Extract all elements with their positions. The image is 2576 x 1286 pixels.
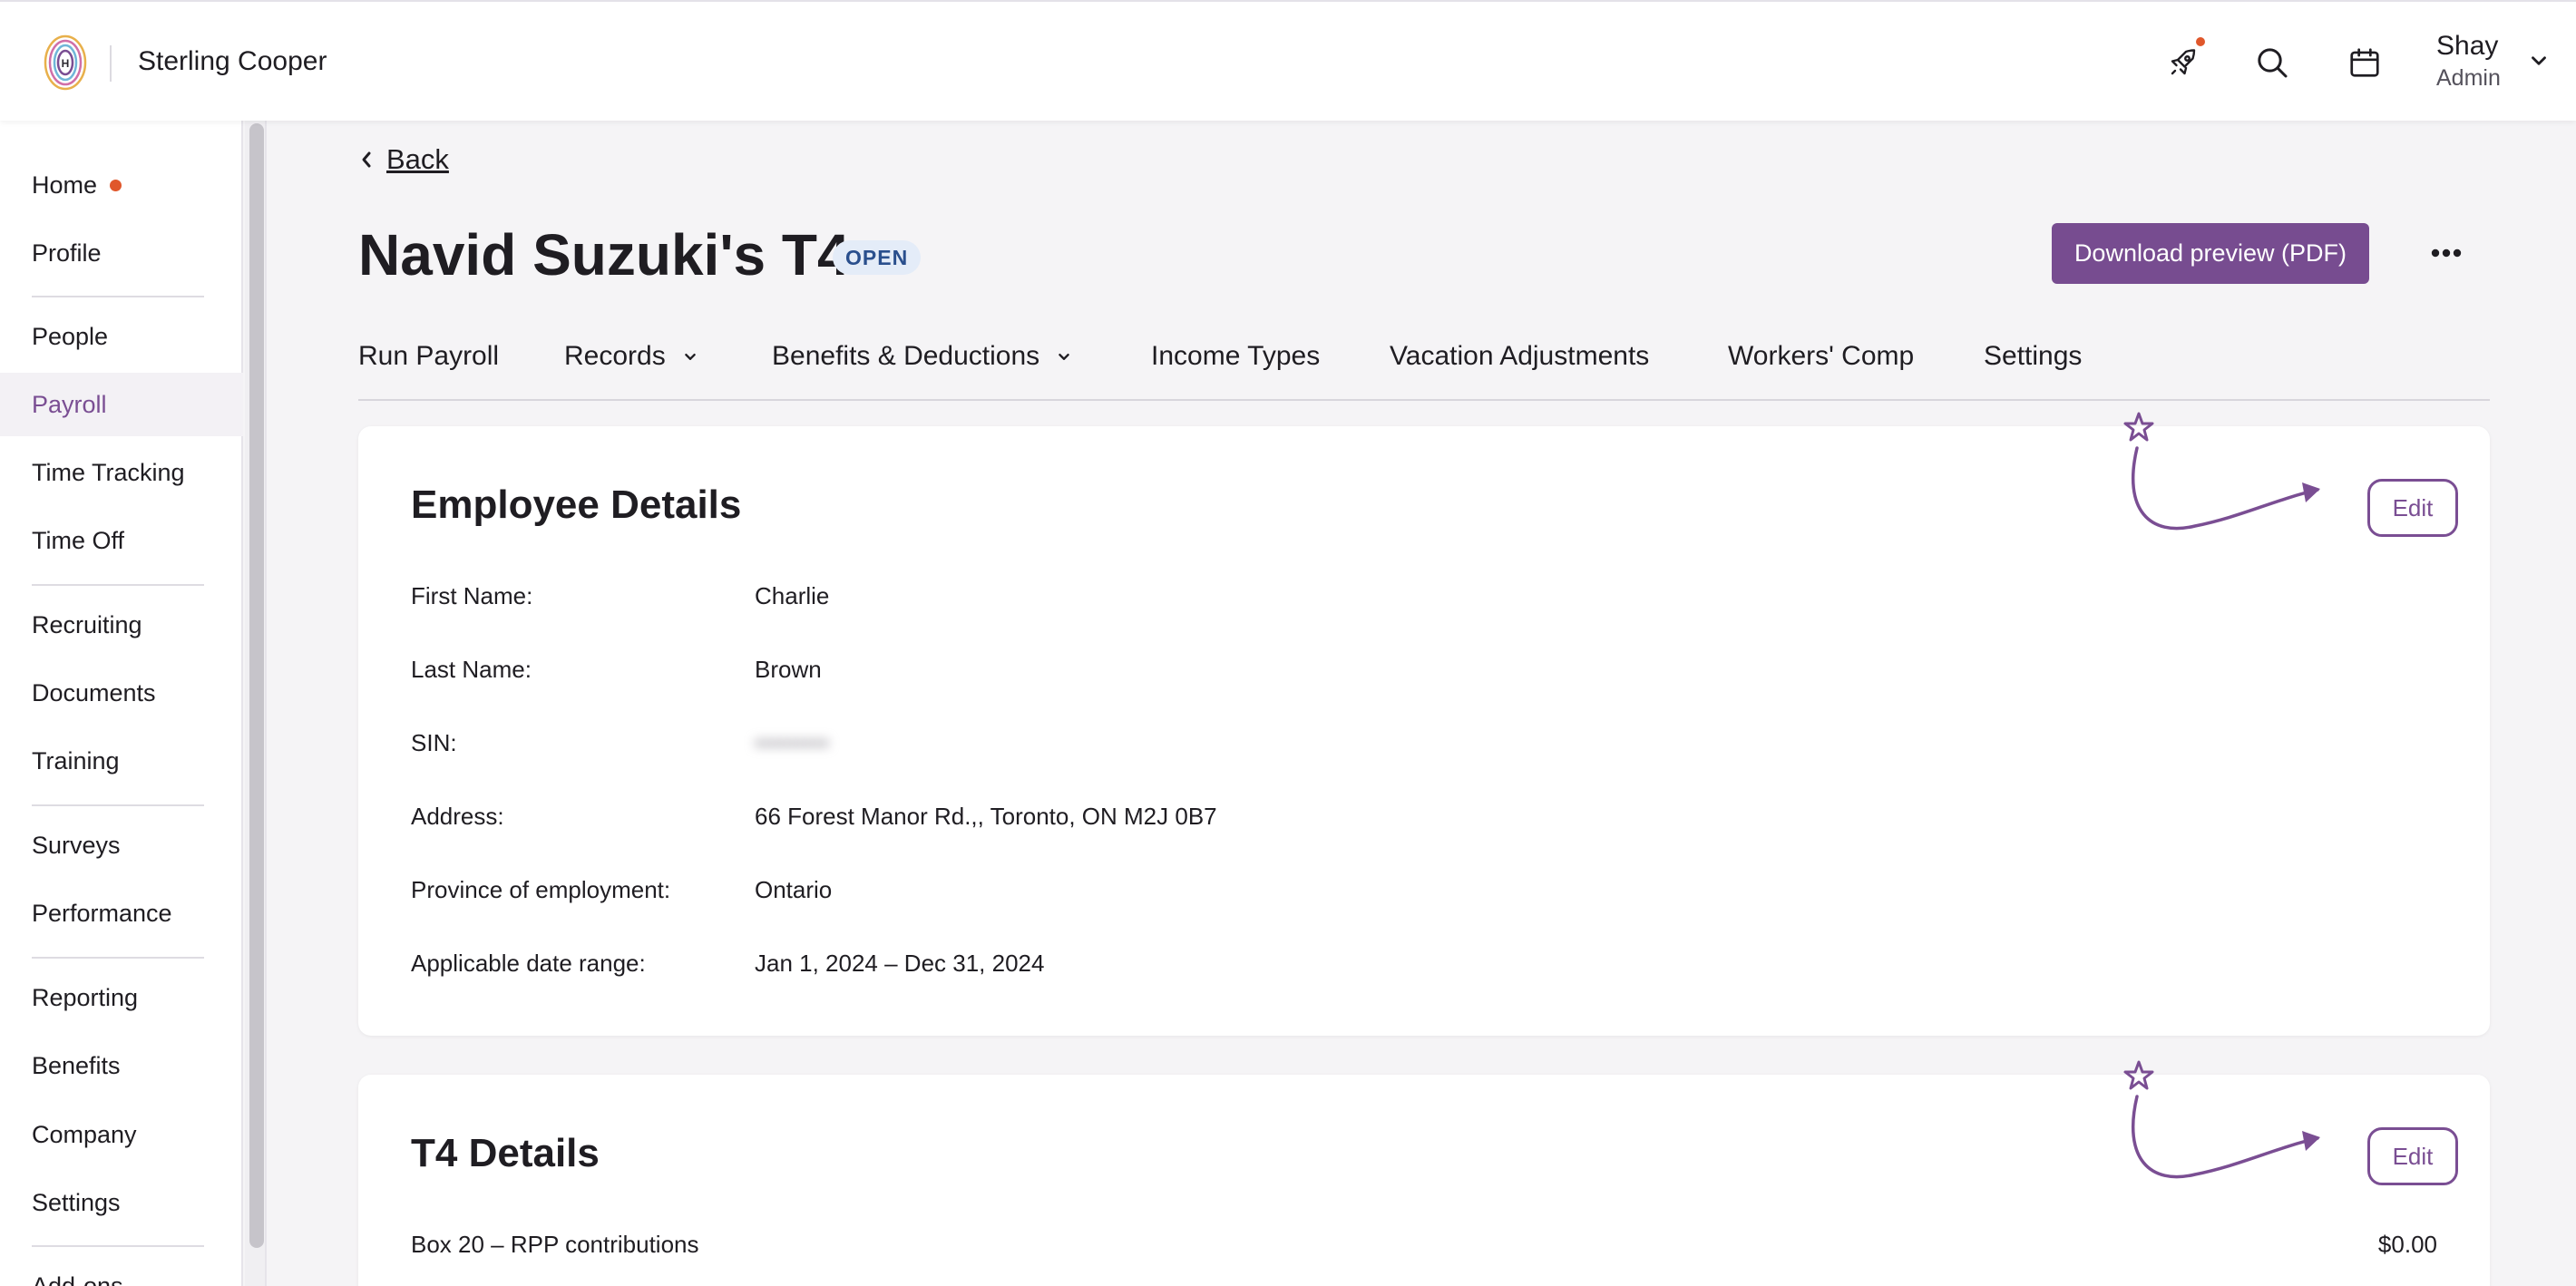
edit-t4-details-button[interactable]: Edit xyxy=(2367,1127,2458,1185)
sidebar-divider xyxy=(32,1245,204,1247)
sidebar-item-payroll[interactable]: Payroll xyxy=(0,373,243,436)
sidebar-item-recruiting[interactable]: Recruiting xyxy=(0,593,243,657)
sidebar-item-time-off[interactable]: Time Off xyxy=(0,509,243,572)
company-name: Sterling Cooper xyxy=(138,46,327,76)
annotation-arrow-icon xyxy=(2123,1060,2320,1179)
tab-records[interactable]: Records xyxy=(564,341,700,372)
tab-label: Records xyxy=(564,341,666,371)
field-value: $0.00 xyxy=(2377,1231,2437,1258)
tab-label: Vacation Adjustments xyxy=(1390,341,1650,371)
sidebar-item-profile[interactable]: Profile xyxy=(0,221,243,285)
sin-value: ••••••••• xyxy=(755,729,829,756)
page-title: Navid Suzuki's T4 xyxy=(358,222,850,287)
back-label: Back xyxy=(386,143,449,175)
tab-label: Settings xyxy=(1984,341,2083,371)
t4-details-card: T4 Details Edit Box 20 – RPP contributio… xyxy=(358,1060,2490,1286)
calendar-icon[interactable] xyxy=(2340,38,2389,87)
search-icon[interactable] xyxy=(2248,38,2297,87)
sidebar-item-settings[interactable]: Settings xyxy=(0,1171,243,1234)
back-link[interactable]: Back xyxy=(359,143,449,176)
sidebar-item-label: Profile xyxy=(32,239,102,267)
field-label: Address: xyxy=(411,803,504,830)
payroll-tabs: Run Payroll Records Benefits & Deduction… xyxy=(358,330,2490,401)
notification-dot xyxy=(110,179,122,191)
field-value: Ontario xyxy=(755,876,833,903)
tab-label: Income Types xyxy=(1151,341,1321,371)
card-title: Employee Details xyxy=(411,482,742,527)
field-value: Brown xyxy=(755,656,822,683)
tab-label: Workers' Comp xyxy=(1728,341,1915,371)
sidebar-item-label: Time Off xyxy=(32,526,125,554)
sidebar-item-label: Company xyxy=(32,1120,137,1148)
sidebar-item-label: Recruiting xyxy=(32,610,142,638)
field-label: Applicable date range: xyxy=(411,950,646,977)
tab-benefits-deductions[interactable]: Benefits & Deductions xyxy=(772,341,1074,372)
sidebar-divider xyxy=(32,957,204,959)
sidebar-item-label: Documents xyxy=(32,678,156,706)
sidebar-divider xyxy=(32,804,204,806)
tab-workers-comp[interactable]: Workers' Comp xyxy=(1728,341,1914,372)
notification-dot xyxy=(2196,37,2205,46)
sidebar-item-label: Performance xyxy=(32,899,172,927)
field-label: Province of employment: xyxy=(411,876,671,903)
sidebar-item-reporting[interactable]: Reporting xyxy=(0,966,243,1029)
field-value: Charlie xyxy=(755,582,830,609)
card-title: T4 Details xyxy=(411,1131,600,1175)
sidebar-divider xyxy=(32,296,204,297)
tab-income-types[interactable]: Income Types xyxy=(1151,341,1320,372)
field-value: 66 Forest Manor Rd.,, Toronto, ON M2J 0B… xyxy=(755,803,1217,830)
field-label: Last Name: xyxy=(411,656,532,683)
employee-details-card: Employee Details Edit First Name: Charli… xyxy=(358,412,2490,1036)
tab-label: Run Payroll xyxy=(358,341,500,371)
svg-text:H: H xyxy=(62,57,70,70)
chevron-down-icon[interactable] xyxy=(2527,49,2551,73)
tab-settings[interactable]: Settings xyxy=(1984,341,2082,372)
sidebar-item-label: Time Tracking xyxy=(32,458,185,486)
sidebar-item-add-ons[interactable]: Add-ons xyxy=(0,1254,243,1286)
chevron-down-icon xyxy=(1059,353,1069,360)
user-role: Admin xyxy=(2436,65,2501,91)
field-value: Jan 1, 2024 – Dec 31, 2024 xyxy=(755,950,1045,977)
sidebar-item-people[interactable]: People xyxy=(0,305,243,368)
sidebar-item-training[interactable]: Training xyxy=(0,729,243,793)
sidebar-item-home[interactable]: Home xyxy=(0,153,243,217)
sidebar-item-documents[interactable]: Documents xyxy=(0,661,243,725)
sidebar-scrollbar-thumb[interactable] xyxy=(249,123,264,1248)
tab-run-payroll[interactable]: Run Payroll xyxy=(358,341,499,372)
sidebar-item-label: Reporting xyxy=(32,983,139,1011)
chevron-left-icon xyxy=(362,151,371,168)
sidebar-item-label: People xyxy=(32,322,109,350)
top-header: H Sterling Cooper Shay Admin xyxy=(0,0,2576,121)
annotation-arrow-icon xyxy=(2123,412,2320,531)
sidebar-item-label: Add-ons xyxy=(32,1271,123,1286)
field-label: Box 20 – RPP contributions xyxy=(411,1231,699,1258)
tab-vacation-adjustments[interactable]: Vacation Adjustments xyxy=(1390,341,1649,372)
logo-icon[interactable]: H xyxy=(44,34,87,91)
sidebar-item-label: Surveys xyxy=(32,831,121,859)
sidebar-item-time-tracking[interactable]: Time Tracking xyxy=(0,441,243,504)
user-name[interactable]: Shay xyxy=(2436,31,2498,62)
field-label: SIN: xyxy=(411,729,457,756)
edit-employee-details-button[interactable]: Edit xyxy=(2367,479,2458,537)
status-badge: OPEN xyxy=(833,240,922,275)
more-options-icon[interactable] xyxy=(2424,230,2469,276)
sidebar-divider xyxy=(32,584,204,586)
sidebar: Home Profile People Payroll Time Trackin… xyxy=(0,121,243,1286)
sidebar-item-label: Benefits xyxy=(32,1051,121,1079)
sidebar-item-company[interactable]: Company xyxy=(0,1103,243,1166)
tab-label: Benefits & Deductions xyxy=(772,341,1040,371)
download-preview-button[interactable]: Download preview (PDF) xyxy=(2052,223,2369,284)
field-label: First Name: xyxy=(411,582,533,609)
sidebar-item-label: Home xyxy=(32,170,98,199)
sidebar-item-label: Training xyxy=(32,746,120,775)
sidebar-item-performance[interactable]: Performance xyxy=(0,882,243,945)
sidebar-item-label: Settings xyxy=(32,1188,121,1216)
chevron-down-icon xyxy=(684,353,696,360)
sidebar-item-benefits[interactable]: Benefits xyxy=(0,1034,243,1097)
sidebar-item-surveys[interactable]: Surveys xyxy=(0,813,243,877)
logo-divider xyxy=(110,45,112,82)
sidebar-item-label: Payroll xyxy=(32,390,107,418)
